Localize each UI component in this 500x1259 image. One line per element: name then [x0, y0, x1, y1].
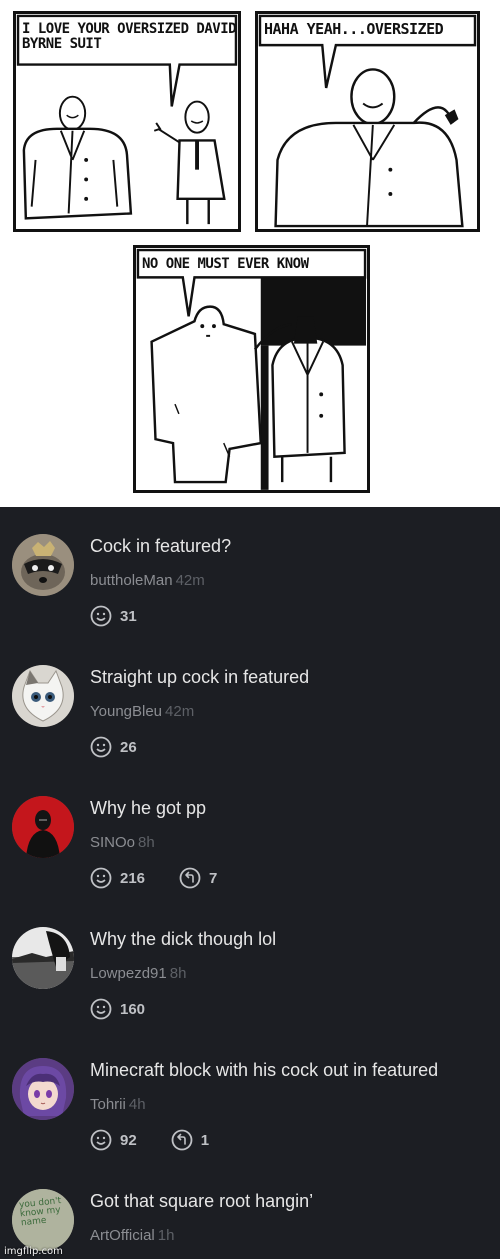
comment-username[interactable]: Lowpezd91	[90, 965, 167, 982]
smiley-reaction-icon	[90, 605, 112, 627]
comment-text: Why he got pp	[90, 798, 207, 818]
comment-username[interactable]: ArtOfficial	[90, 1227, 155, 1244]
comment-timestamp: 8h	[138, 834, 155, 851]
avatar-graffiti-text: you don't know my name	[18, 1196, 62, 1229]
comment-meta: Lowpezd91 8h	[90, 965, 186, 982]
comic-image: I LOVE YOUR OVERSIZED DAVID BYRNE SUIT H…	[0, 0, 500, 507]
comment-meta: ArtOfficial 1h	[90, 1227, 174, 1244]
like-count: 160	[120, 1000, 146, 1018]
smiley-reaction-icon	[90, 867, 112, 889]
comment-text: Minecraft block with his cock out in fea…	[90, 1060, 439, 1080]
comment-timestamp: 1h	[157, 1227, 175, 1244]
like-button[interactable]: 216	[90, 867, 145, 889]
comment-meta: Tohrii 4h	[90, 1096, 146, 1113]
comment-timestamp: 42m	[165, 703, 195, 720]
comment-meta: YoungBleu 42m	[90, 703, 194, 720]
comments-section: Cock in featured? buttholeMan 42m 31 Stra…	[0, 507, 500, 1259]
comment-timestamp: 4h	[128, 1096, 146, 1113]
imgflip-watermark: imgflip.com	[4, 1246, 63, 1257]
comment-text: Cock in featured?	[90, 536, 232, 556]
comment-actions: 26	[90, 735, 171, 759]
comment-item: Why he got pp SINOo 8h 216 7	[0, 796, 500, 927]
comment-item: you don't know my name Got that square r…	[0, 1189, 500, 1259]
avatar[interactable]	[12, 927, 74, 989]
repost-count: 1	[200, 1131, 210, 1149]
panel-1-speech: I LOVE YOUR OVERSIZED DAVID BYRNE SUIT	[22, 21, 237, 52]
panel-3-speech: NO ONE MUST EVER KNOW	[142, 256, 309, 272]
raccoon-avatar-icon	[12, 534, 74, 596]
like-count: 26	[120, 738, 137, 756]
like-button[interactable]: 92	[90, 1129, 137, 1151]
smiley-reaction-icon	[90, 998, 112, 1020]
comment-actions: 216 7	[90, 866, 251, 890]
panel-3-drawing	[136, 248, 367, 490]
comment-timestamp: 8h	[169, 965, 187, 982]
comment-text: Straight up cock in featured	[90, 667, 310, 687]
smiley-reaction-icon	[90, 1129, 112, 1151]
like-count: 31	[120, 607, 137, 625]
repost-button[interactable]: 7	[179, 867, 217, 889]
avatar[interactable]	[12, 534, 74, 596]
repost-arrow-icon	[179, 867, 201, 889]
comic-panel-1: I LOVE YOUR OVERSIZED DAVID BYRNE SUIT	[13, 11, 241, 232]
comment-username[interactable]: SINOo	[90, 834, 135, 851]
smiley-reaction-icon	[90, 736, 112, 758]
repost-arrow-icon	[171, 1129, 193, 1151]
repost-count: 7	[209, 869, 218, 887]
like-count: 92	[120, 1131, 137, 1149]
comic-panel-3: NO ONE MUST EVER KNOW	[133, 245, 370, 493]
red-figure-avatar-icon	[12, 796, 74, 858]
comment-username[interactable]: buttholeMan	[90, 572, 173, 589]
comment-username[interactable]: Tohrii	[90, 1096, 126, 1113]
avatar[interactable]	[12, 796, 74, 858]
comment-item: Minecraft block with his cock out in fea…	[0, 1058, 500, 1189]
panel-2-drawing	[258, 14, 477, 228]
comment-text: Why the dick though lol	[90, 929, 277, 949]
like-button[interactable]: 160	[90, 998, 145, 1020]
comment-actions: 92 1	[90, 1128, 243, 1152]
bw-landscape-avatar-icon	[12, 927, 74, 989]
like-button[interactable]: 26	[90, 736, 137, 758]
comic-panel-2: HAHA YEAH...OVERSIZED	[255, 11, 480, 232]
repost-button[interactable]: 1	[171, 1129, 209, 1151]
comment-item: Cock in featured? buttholeMan 42m 31	[0, 534, 500, 665]
anime-girl-avatar-icon	[12, 1058, 74, 1120]
comment-item: Why the dick though lol Lowpezd91 8h 160	[0, 927, 500, 1058]
comment-username[interactable]: YoungBleu	[90, 703, 162, 720]
kitten-avatar-icon	[12, 665, 74, 727]
panel-2-speech: HAHA YEAH...OVERSIZED	[264, 20, 444, 38]
avatar[interactable]: you don't know my name	[12, 1189, 74, 1251]
avatar[interactable]	[12, 1058, 74, 1120]
like-button[interactable]: 31	[90, 605, 137, 627]
comment-meta: buttholeMan 42m	[90, 572, 205, 589]
comment-actions: 160	[90, 997, 179, 1021]
like-count: 216	[120, 869, 146, 887]
comment-meta: SINOo 8h	[90, 834, 155, 851]
comment-text: Got that square root hangin’	[90, 1191, 314, 1211]
avatar[interactable]	[12, 665, 74, 727]
comment-actions: 31	[90, 604, 171, 628]
comment-timestamp: 42m	[175, 572, 205, 589]
comment-item: Straight up cock in featured YoungBleu 42…	[0, 665, 500, 796]
